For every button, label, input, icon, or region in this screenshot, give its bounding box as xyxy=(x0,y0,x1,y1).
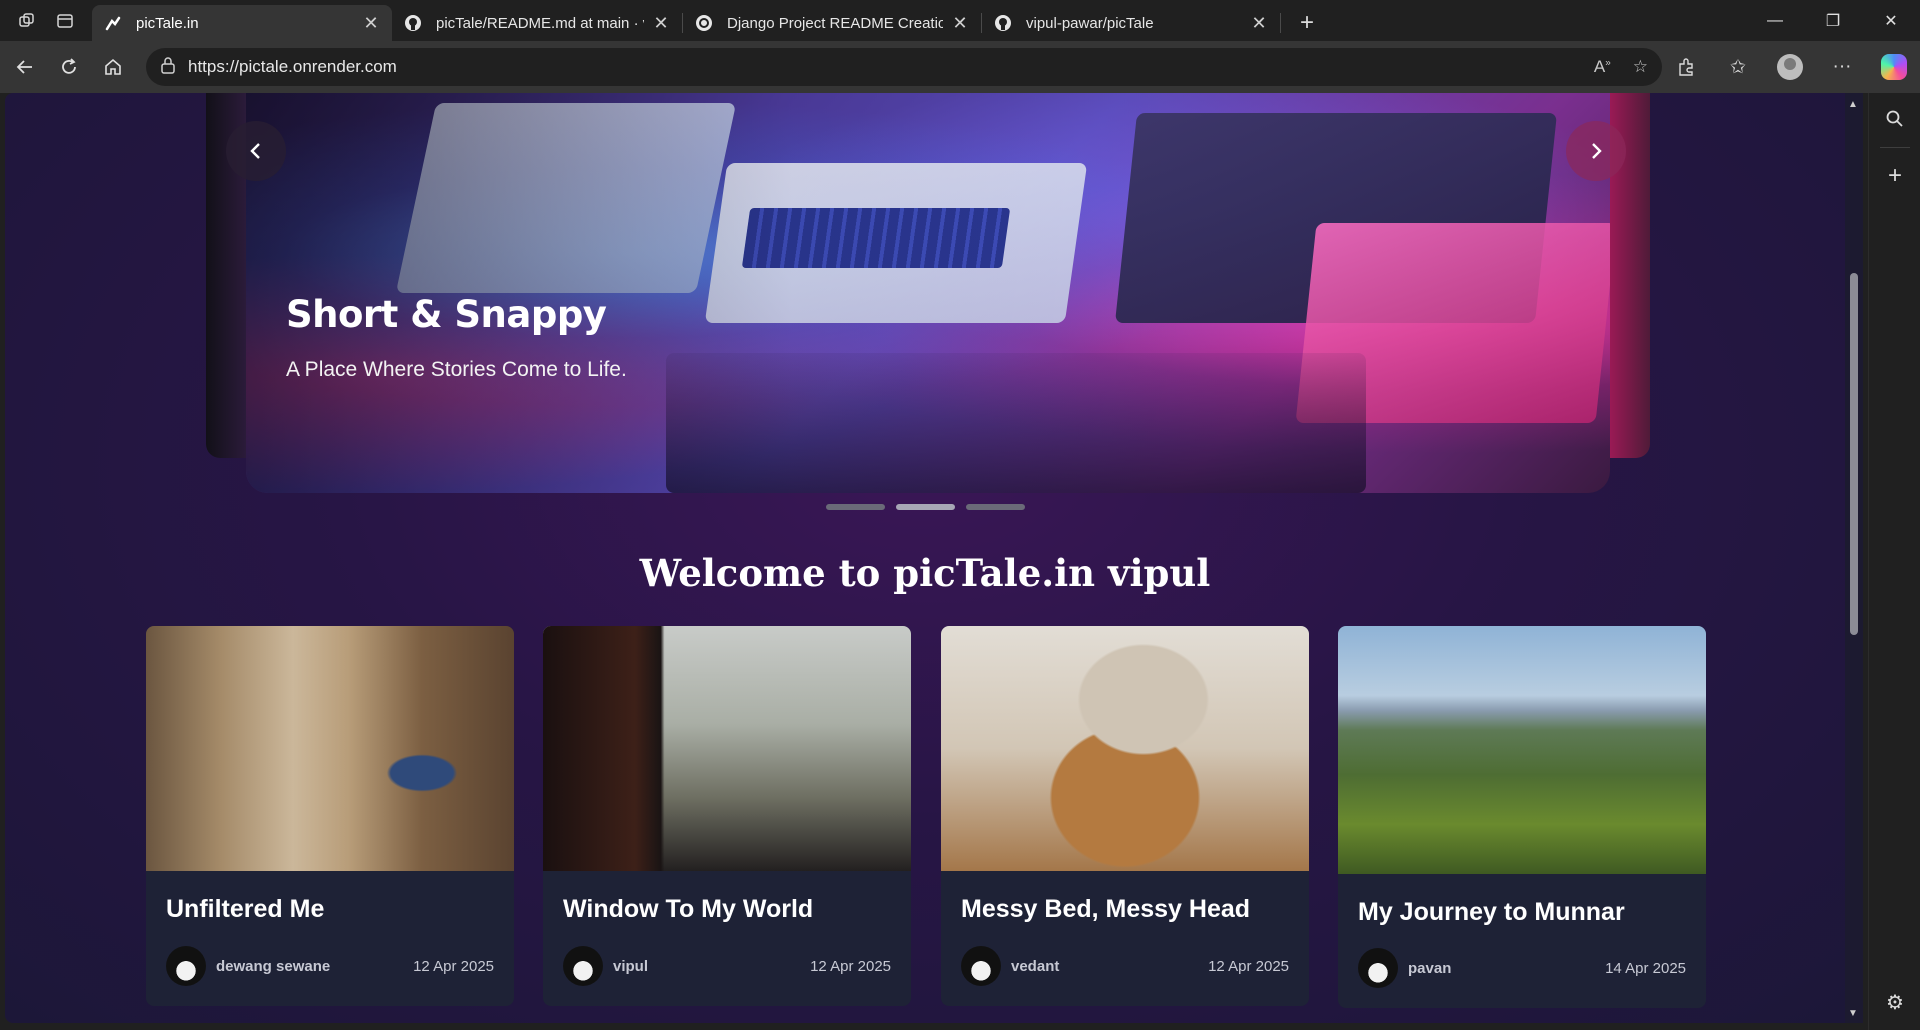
vertical-tabs-icon[interactable] xyxy=(50,6,80,36)
tab-title: picTale.in xyxy=(136,14,199,32)
post-card[interactable]: Messy Bed, Messy Head vedant 12 Apr 2025 xyxy=(941,626,1309,1006)
scrollbar-thumb[interactable] xyxy=(1850,273,1858,635)
slide-caption: Short & Snappy A Place Where Stories Com… xyxy=(286,293,627,382)
close-tab-icon[interactable]: ✕ xyxy=(1248,13,1270,34)
author-avatar xyxy=(166,946,206,986)
carousel-prev-button[interactable] xyxy=(226,121,286,181)
lock-icon[interactable] xyxy=(160,56,176,79)
minimize-icon[interactable]: — xyxy=(1746,0,1804,41)
post-title[interactable]: My Journey to Munnar xyxy=(1358,898,1706,927)
welcome-heading: Welcome to picTale.in vipul xyxy=(639,551,1211,595)
refresh-icon[interactable] xyxy=(47,45,91,89)
carousel-indicators xyxy=(826,504,1025,510)
carousel-indicator[interactable] xyxy=(826,504,885,510)
pictale-logo-icon xyxy=(104,14,122,32)
sidebar-divider xyxy=(1879,147,1910,148)
post-image[interactable] xyxy=(146,626,514,871)
profile-icon[interactable] xyxy=(1764,54,1816,80)
close-window-icon[interactable]: ✕ xyxy=(1862,0,1920,41)
read-aloud-icon[interactable]: A» xyxy=(1594,57,1611,77)
scroll-up-arrow-icon[interactable]: ▲ xyxy=(1848,99,1858,110)
address-toolbar: https://pictale.onrender.com A» ☆ ✩ ··· xyxy=(0,41,1920,93)
post-meta: vipul 12 Apr 2025 xyxy=(563,946,891,986)
github-icon xyxy=(994,14,1012,32)
back-icon[interactable] xyxy=(3,45,47,89)
post-title[interactable]: Messy Bed, Messy Head xyxy=(961,895,1309,924)
author-name: vipul xyxy=(613,957,649,975)
close-tab-icon[interactable]: ✕ xyxy=(360,13,382,34)
post-date: 12 Apr 2025 xyxy=(1208,957,1289,975)
author-avatar xyxy=(563,946,603,986)
post-image[interactable] xyxy=(543,626,911,871)
tab-title: Django Project README Creation xyxy=(727,14,943,32)
address-bar[interactable]: https://pictale.onrender.com A» ☆ xyxy=(146,48,1662,86)
tab-title: picTale/README.md at main · vipul-pawar/… xyxy=(436,14,644,32)
close-tab-icon[interactable]: ✕ xyxy=(949,13,971,34)
post-date: 12 Apr 2025 xyxy=(810,957,891,975)
scroll-down-arrow-icon[interactable]: ▼ xyxy=(1848,1008,1858,1019)
post-meta: vedant 12 Apr 2025 xyxy=(961,946,1289,986)
page-scrollbar[interactable]: ▲ ▼ xyxy=(1845,93,1863,1023)
sidebar-settings-icon[interactable]: ⚙ xyxy=(1869,980,1920,1024)
slide-title: Short & Snappy xyxy=(286,293,607,336)
post-card[interactable]: My Journey to Munnar pavan 14 Apr 2025 xyxy=(1338,626,1706,1008)
favorites-icon[interactable]: ✩ xyxy=(1712,56,1764,79)
tab-bar: picTale.in ✕ picTale/README.md at main ·… xyxy=(0,0,1920,41)
favorite-star-icon[interactable]: ☆ xyxy=(1633,57,1648,77)
home-icon[interactable] xyxy=(91,45,135,89)
post-image[interactable] xyxy=(1338,626,1706,874)
workspaces-icon[interactable] xyxy=(12,6,42,36)
post-grid: Unfiltered Me dewang sewane 12 Apr 2025 … xyxy=(146,626,1746,1023)
chevron-right-icon xyxy=(1592,143,1602,159)
restore-icon[interactable]: ❐ xyxy=(1804,0,1862,41)
url-text[interactable]: https://pictale.onrender.com xyxy=(188,57,397,77)
tab-chatgpt[interactable]: Django Project README Creation ✕ xyxy=(683,5,981,41)
tab-title: vipul-pawar/picTale xyxy=(1026,14,1154,32)
post-meta: pavan 14 Apr 2025 xyxy=(1358,948,1686,988)
extensions-icon[interactable] xyxy=(1660,57,1712,77)
github-icon xyxy=(404,14,422,32)
edge-sidebar: + ⚙ xyxy=(1868,93,1920,1030)
post-title[interactable]: Window To My World xyxy=(563,895,911,924)
new-tab-button[interactable]: + xyxy=(1289,5,1325,41)
window-controls: — ❐ ✕ xyxy=(1746,0,1920,41)
copilot-icon[interactable] xyxy=(1868,54,1920,80)
tab-separator xyxy=(1280,13,1281,33)
chatgpt-icon xyxy=(695,14,713,32)
post-date: 14 Apr 2025 xyxy=(1605,959,1686,977)
slide-subtitle: A Place Where Stories Come to Life. xyxy=(286,358,627,381)
carousel-indicator[interactable] xyxy=(966,504,1025,510)
author-avatar xyxy=(1358,948,1398,988)
post-card[interactable]: Window To My World vipul 12 Apr 2025 xyxy=(543,626,911,1006)
hero-carousel: Short & Snappy A Place Where Stories Com… xyxy=(5,93,1845,513)
post-image[interactable] xyxy=(941,626,1309,871)
author-name: dewang sewane xyxy=(216,957,331,975)
browser-tools: ✩ ··· xyxy=(1660,41,1920,93)
close-tab-icon[interactable]: ✕ xyxy=(650,13,672,34)
more-menu-icon[interactable]: ··· xyxy=(1816,56,1868,78)
author-name: pavan xyxy=(1408,959,1452,977)
post-meta: dewang sewane 12 Apr 2025 xyxy=(166,946,494,986)
tab-pictale[interactable]: picTale.in ✕ xyxy=(92,5,392,41)
post-date: 12 Apr 2025 xyxy=(413,957,494,975)
post-title[interactable]: Unfiltered Me xyxy=(166,895,514,924)
tab-github-repo[interactable]: vipul-pawar/picTale ✕ xyxy=(982,5,1280,41)
search-icon[interactable] xyxy=(1869,97,1920,141)
post-card[interactable]: Unfiltered Me dewang sewane 12 Apr 2025 xyxy=(146,626,514,1006)
add-sidebar-app-icon[interactable]: + xyxy=(1869,154,1920,198)
author-name: vedant xyxy=(1011,957,1060,975)
author-avatar xyxy=(961,946,1001,986)
tab-readme[interactable]: picTale/README.md at main · vipul-pawar/… xyxy=(392,5,682,41)
chevron-left-icon xyxy=(250,143,260,159)
carousel-indicator-active[interactable] xyxy=(896,504,955,510)
hero-slide: Short & Snappy A Place Where Stories Com… xyxy=(246,93,1610,493)
carousel-next-button[interactable] xyxy=(1566,121,1626,181)
page-viewport: Short & Snappy A Place Where Stories Com… xyxy=(5,93,1845,1023)
